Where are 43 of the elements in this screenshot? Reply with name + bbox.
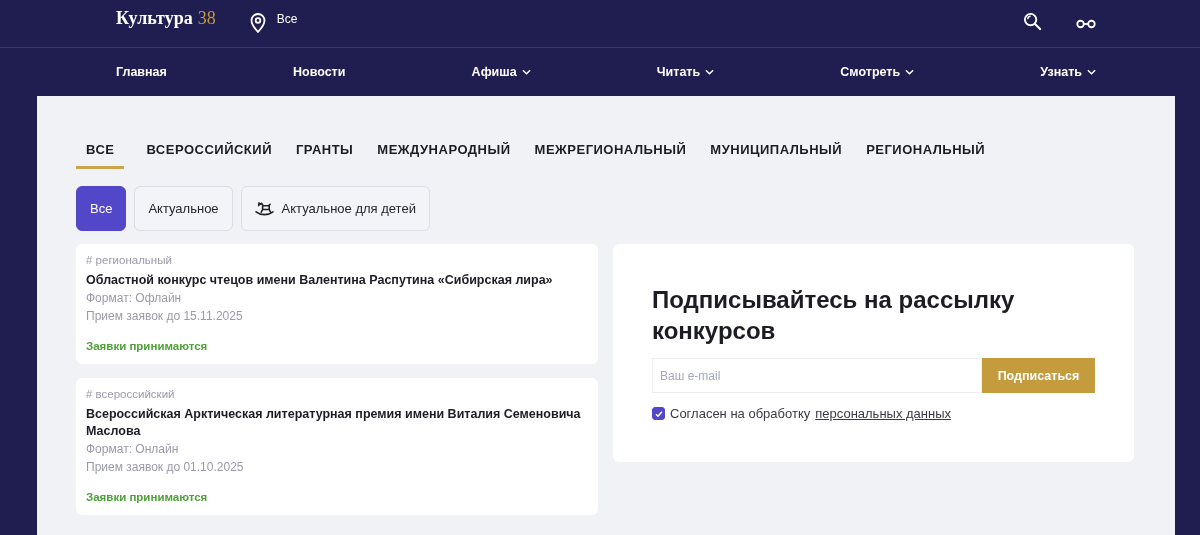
contest-format: Формат: Онлайн — [86, 441, 180, 458]
nav-link[interactable]: Главная — [116, 65, 167, 79]
contest-deadline: Прием заявок до 01.10.2025 — [86, 459, 245, 476]
contest-card[interactable]: # региональный Областной конкурс чтецов имени Валентина Распутина «Сибирская лира» Формат: Офлайн Прием заявок до 15.11.2025 Заявки принимаются — [76, 244, 598, 364]
filter-tab[interactable]: ГРАНТЫ — [294, 142, 356, 169]
contest-status: Заявки принимаются — [86, 340, 209, 352]
personal-data-link[interactable]: персональных данных — [815, 406, 952, 421]
contest-title[interactable]: Областной конкурс чтецов имени Валентина Распутина «Сибирская лира» — [86, 272, 588, 289]
search-icon[interactable] — [1023, 12, 1042, 31]
consent-checkbox[interactable] — [652, 407, 665, 420]
filter-tab[interactable]: МЕЖДУНАРОДНЫЙ — [375, 142, 513, 169]
caret-icon[interactable] — [521, 69, 531, 75]
filter-chip[interactable]: Актуальное — [134, 186, 233, 231]
contest-format: Формат: Офлайн — [86, 290, 183, 307]
logo-name[interactable]: Культура — [116, 8, 193, 29]
consent-text: Согласен на обработку — [670, 406, 811, 421]
nav-link[interactable]: Читать — [656, 65, 715, 79]
filter-tab[interactable]: ВСЕРОССИЙСКИЙ — [144, 142, 274, 169]
contest-tag: # всероссийский — [86, 388, 588, 400]
location-selector[interactable]: Все — [276, 11, 298, 26]
filter-tab[interactable]: РЕГИОНАЛЬНЫЙ — [864, 142, 988, 169]
caret-icon[interactable] — [705, 69, 715, 75]
nav-link[interactable]: Узнать — [1040, 65, 1096, 79]
logo-number[interactable]: 38 — [197, 8, 216, 29]
subscribe-heading: Подписывайтесь на рассылку конкурсов — [652, 285, 1016, 346]
nav-link[interactable]: Новости — [293, 65, 346, 79]
filter-tab[interactable]: МЕЖРЕГИОНАЛЬНЫЙ — [532, 142, 689, 169]
contest-card[interactable]: # всероссийский Всероссийская Арктическая литературная премия имени Виталия Семеновича Маслова Формат: Онлайн Прием заявок до 01.10.2025 Заявки принимаются — [76, 378, 598, 515]
filter-tab[interactable]: МУНИЦИПАЛЬНЫЙ — [708, 142, 845, 169]
nav-link[interactable]: Афиша — [471, 65, 531, 79]
contest-title[interactable]: Всероссийская Арктическая литературная премия имени Виталия Семеновича Маслова — [86, 406, 588, 440]
contest-deadline: Прием заявок до 15.11.2025 — [86, 308, 244, 325]
filter-tab[interactable]: ВСЕ — [76, 142, 125, 169]
contest-status: Заявки принимаются — [86, 491, 209, 503]
contest-tag: # региональный — [86, 254, 588, 266]
location-pin-icon[interactable] — [249, 12, 266, 33]
filter-chip[interactable]: Актуальное для детей — [240, 186, 430, 231]
email-field[interactable]: Ваш e-mail — [652, 358, 982, 393]
caret-icon[interactable] — [1087, 69, 1096, 75]
nav-link[interactable]: Смотреть — [840, 65, 915, 79]
caret-icon[interactable] — [905, 69, 915, 75]
filter-chip[interactable]: Все — [76, 186, 127, 231]
glasses-icon[interactable] — [1076, 18, 1096, 29]
